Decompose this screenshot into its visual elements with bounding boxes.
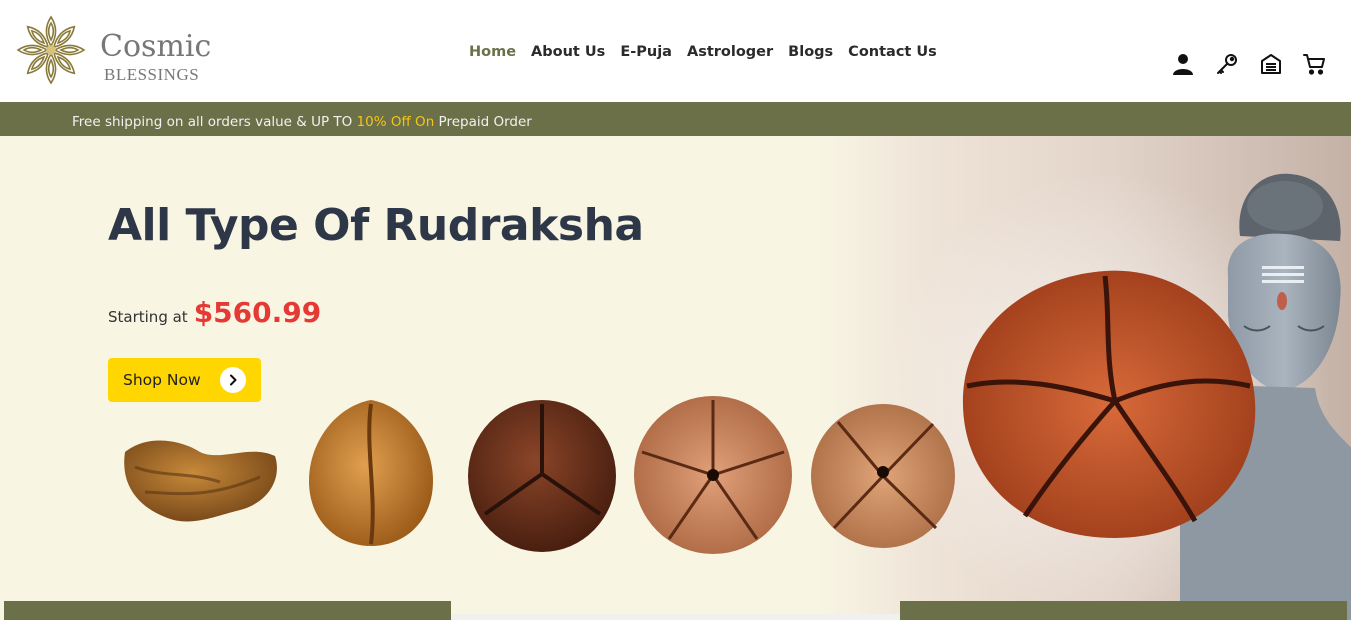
brand-name: Cosmic xyxy=(100,29,212,64)
promo-bar: Free shipping on all orders value & UP T… xyxy=(0,102,1351,136)
rudraksha-bead-3-mukhi xyxy=(468,400,616,552)
user-icon[interactable] xyxy=(1171,52,1195,76)
price-line: Starting at $560.99 xyxy=(108,296,321,329)
nav-contact-us[interactable]: Contact Us xyxy=(848,44,937,60)
nav-e-puja[interactable]: E-Puja xyxy=(620,44,672,60)
site-header: Cosmic BLESSINGS Home About Us E-Puja As… xyxy=(0,0,1351,102)
promo-text-before: Free shipping on all orders value & UP T… xyxy=(72,114,357,130)
shop-now-label: Shop Now xyxy=(123,371,201,389)
shop-now-button[interactable]: Shop Now xyxy=(108,358,261,402)
lotus-mandala-icon xyxy=(17,15,85,84)
bank-icon[interactable] xyxy=(1259,52,1283,76)
header-icons xyxy=(1171,52,1327,76)
nav-blogs[interactable]: Blogs xyxy=(788,44,833,60)
bottom-strip-middle xyxy=(451,614,900,620)
rudraksha-bead-2-mukhi xyxy=(309,400,433,546)
nav-about-us[interactable]: About Us xyxy=(531,44,605,60)
bottom-strip-left xyxy=(4,601,451,620)
price-value: $560.99 xyxy=(193,296,322,329)
hero-banner: All Type Of Rudraksha Starting at $560.9… xyxy=(0,136,1351,620)
promo-text-after: Prepaid Order xyxy=(434,114,532,130)
brand-subtitle: BLESSINGS xyxy=(104,65,200,84)
rudraksha-bead-1-mukhi xyxy=(124,440,277,522)
brand-logo[interactable]: Cosmic BLESSINGS xyxy=(16,14,216,86)
hero-title: All Type Of Rudraksha xyxy=(108,200,644,251)
main-nav: Home About Us E-Puja Astrologer Blogs Co… xyxy=(469,44,952,60)
promo-text: Free shipping on all orders value & UP T… xyxy=(72,114,532,130)
rudraksha-bead-5-mukhi xyxy=(634,396,792,554)
nav-home[interactable]: Home xyxy=(469,44,516,60)
rudraksha-bead-4-mukhi xyxy=(811,404,955,548)
promo-highlight: 10% Off On xyxy=(356,114,435,130)
key-icon[interactable] xyxy=(1215,52,1239,76)
chevron-right-icon xyxy=(220,367,246,393)
cart-icon[interactable] xyxy=(1303,52,1327,76)
bottom-strip-right xyxy=(900,601,1347,620)
price-label: Starting at xyxy=(108,308,188,326)
rudraksha-bead-large xyxy=(962,270,1256,538)
nav-astrologer[interactable]: Astrologer xyxy=(687,44,773,60)
